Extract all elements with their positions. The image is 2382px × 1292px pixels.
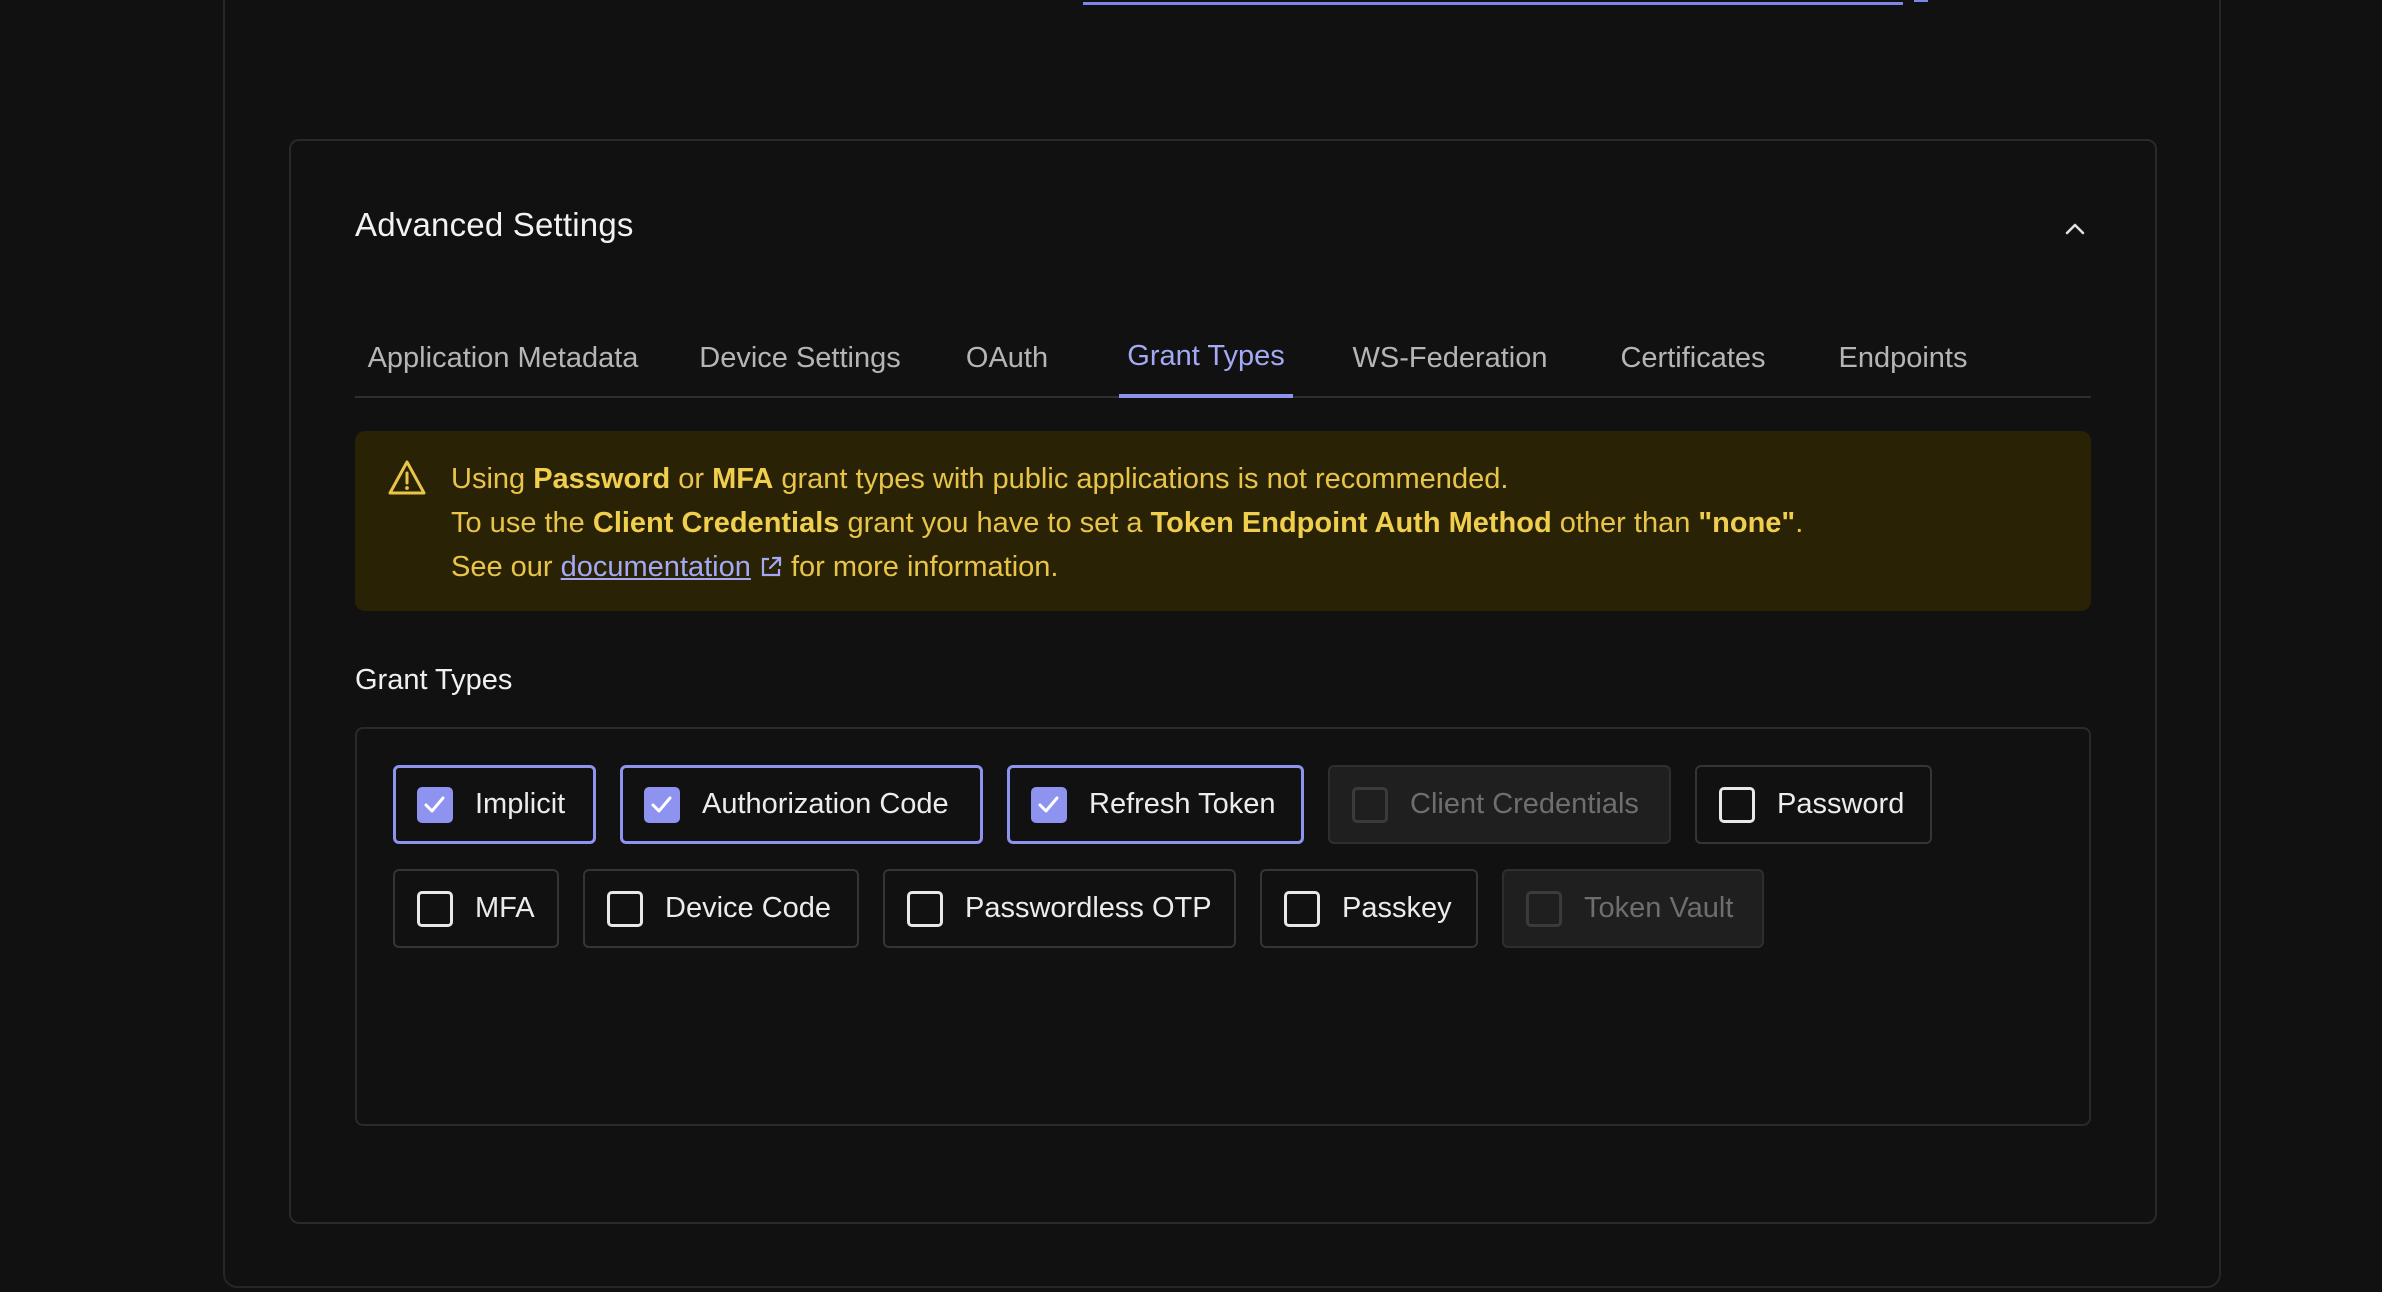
grant-authorization-code[interactable]: Authorization Code (620, 765, 983, 844)
checkbox[interactable] (644, 786, 680, 823)
grant-label: Client Credentials (1410, 788, 1639, 820)
grant-passwordless-otp[interactable]: Passwordless OTP (883, 869, 1236, 948)
tab-application-metadata[interactable]: Application Metadata (355, 318, 651, 398)
grant-label: Refresh Token (1089, 788, 1276, 820)
checkbox[interactable] (1284, 890, 1320, 927)
checkbox[interactable] (417, 890, 453, 927)
external-link-icon (1914, 0, 1928, 2)
settings-tabs: Application Metadata Device Settings OAu… (355, 318, 2091, 398)
grant-label: Passwordless OTP (965, 892, 1212, 924)
grant-label: Token Vault (1584, 892, 1734, 924)
warning-triangle-icon (387, 459, 427, 497)
grant-implicit[interactable]: Implicit (393, 765, 596, 844)
checkbox (1352, 786, 1388, 823)
grant-label: Authorization Code (702, 788, 949, 820)
warning-alert: Using Password or MFA grant types with p… (355, 431, 2091, 611)
grant-password[interactable]: Password (1695, 765, 1932, 844)
grant-types-label: Grant Types (355, 664, 513, 696)
grant-label: MFA (475, 892, 535, 924)
grant-label: Device Code (665, 892, 832, 924)
tab-certificates[interactable]: Certificates (1607, 318, 1779, 398)
card-title: Advanced Settings (355, 206, 634, 243)
grant-label: Password (1777, 788, 1905, 820)
grant-refresh-token[interactable]: Refresh Token (1007, 765, 1304, 844)
checkbox[interactable] (1719, 786, 1755, 823)
grant-label: Implicit (475, 788, 566, 820)
documentation-link[interactable]: documentation (561, 551, 751, 583)
checkbox[interactable] (417, 786, 453, 823)
chevron-up-icon[interactable] (2064, 218, 2086, 240)
checkbox[interactable] (907, 890, 943, 927)
grant-device-code[interactable]: Device Code (583, 869, 859, 948)
alert-line-3: See our documentation for more informati… (451, 551, 1059, 583)
alert-line-1: Using Password or MFA grant types with p… (451, 463, 1509, 495)
truncated-link[interactable] (1083, 0, 1903, 5)
tab-ws-federation[interactable]: WS-Federation (1345, 318, 1555, 398)
grant-passkey[interactable]: Passkey (1260, 869, 1478, 948)
checkbox[interactable] (1031, 786, 1067, 823)
tab-device-settings[interactable]: Device Settings (695, 318, 905, 398)
alert-line-2: To use the Client Credentials grant you … (451, 507, 1804, 539)
external-link-icon[interactable] (759, 554, 783, 578)
tab-endpoints[interactable]: Endpoints (1829, 318, 1977, 398)
tab-oauth[interactable]: OAuth (952, 318, 1062, 398)
grant-client-credentials: Client Credentials (1328, 765, 1671, 844)
tab-grant-types[interactable]: Grant Types (1119, 318, 1293, 398)
grant-token-vault: Token Vault (1502, 869, 1764, 948)
checkbox (1526, 890, 1562, 927)
grant-label: Passkey (1342, 892, 1452, 924)
checkbox[interactable] (607, 890, 643, 927)
grant-mfa[interactable]: MFA (393, 869, 559, 948)
